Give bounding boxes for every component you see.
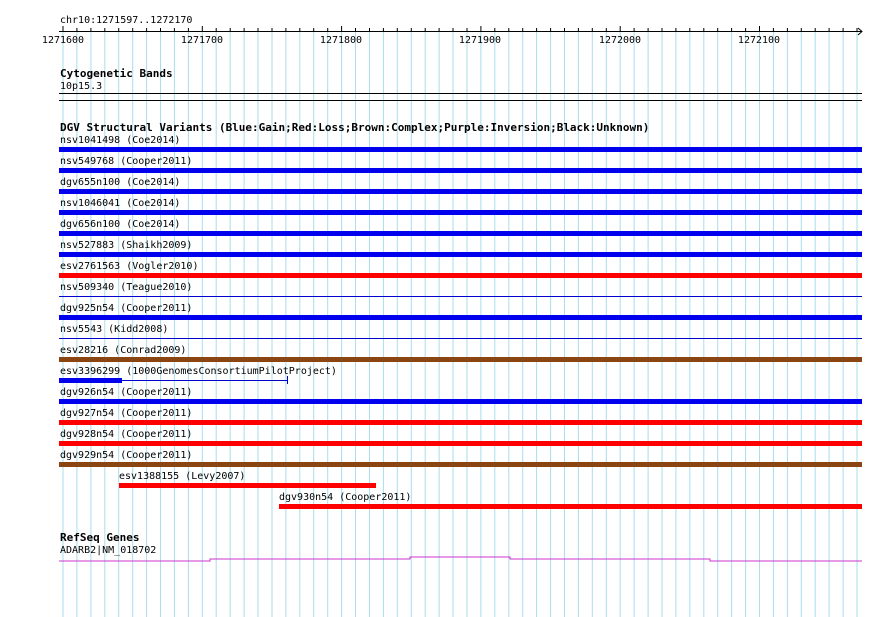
cytoband-track-title: Cytogenetic Bands	[60, 67, 173, 80]
variant-label[interactable]: nsv509340 (Teague2010)	[60, 282, 192, 294]
variant-bar-loss[interactable]	[279, 504, 862, 509]
variant-line-gain[interactable]	[59, 338, 862, 339]
ruler-tick-label: 1272000	[598, 35, 642, 46]
variant-label[interactable]: esv2761563 (Vogler2010)	[60, 261, 198, 273]
vertical-grid-lines	[62, 30, 858, 617]
variant-label[interactable]: esv28216 (Conrad2009)	[60, 345, 186, 357]
variant-bar-loss[interactable]	[59, 441, 862, 446]
refseq-track-title: RefSeq Genes	[60, 531, 140, 544]
variant-bar-gain[interactable]	[59, 252, 862, 257]
cytoband-label: 10p15.3	[60, 81, 103, 92]
dgv-track-title: DGV Structural Variants (Blue:Gain;Red:L…	[60, 121, 650, 134]
variant-end-tick	[287, 376, 288, 384]
variant-label[interactable]: dgv928n54 (Cooper2011)	[60, 429, 192, 441]
variant-bar-gain[interactable]	[59, 399, 862, 404]
variant-label[interactable]: esv3396299 (1000GenomesConsortiumPilotPr…	[60, 366, 337, 378]
ruler-tick-label: 1271700	[180, 35, 224, 46]
variant-intron-line	[122, 380, 288, 381]
variant-label[interactable]: nsv527883 (Shaikh2009)	[60, 240, 192, 252]
variant-line-gain[interactable]	[59, 296, 862, 297]
variant-label[interactable]: nsv1041498 (Coe2014)	[60, 135, 180, 147]
ruler-tick-label: 1271600	[41, 35, 85, 46]
variant-bar-complex[interactable]	[59, 462, 862, 467]
variant-label[interactable]: dgv656n100 (Coe2014)	[60, 219, 180, 231]
variant-label[interactable]: dgv925n54 (Cooper2011)	[60, 303, 192, 315]
variant-bar-gain[interactable]	[59, 189, 862, 194]
variant-bar-loss[interactable]	[59, 273, 862, 278]
variant-label[interactable]: nsv1046041 (Coe2014)	[60, 198, 180, 210]
ruler-tick-label: 1271800	[319, 35, 363, 46]
gene-model-line	[59, 556, 862, 562]
variant-bar-gain-block[interactable]	[59, 378, 122, 383]
variant-label[interactable]: dgv927n54 (Cooper2011)	[60, 408, 192, 420]
variant-label[interactable]: dgv929n54 (Cooper2011)	[60, 450, 192, 462]
variant-bar-loss[interactable]	[119, 483, 376, 488]
variant-bar-gain[interactable]	[59, 210, 862, 215]
variant-label[interactable]: dgv926n54 (Cooper2011)	[60, 387, 192, 399]
variant-bar-gain[interactable]	[59, 168, 862, 173]
gene-label[interactable]: ADARB2|NM_018702	[60, 545, 156, 557]
region-label: chr10:1271597..1272170	[60, 15, 193, 26]
variant-label[interactable]: dgv655n100 (Coe2014)	[60, 177, 180, 189]
variant-label[interactable]: esv1388155 (Levy2007)	[119, 471, 245, 483]
variant-label[interactable]: dgv930n54 (Cooper2011)	[279, 492, 411, 504]
ruler-tick-label: 1271900	[458, 35, 502, 46]
variant-bar-complex[interactable]	[59, 357, 862, 362]
variant-bar-gain[interactable]	[59, 231, 862, 236]
variant-label[interactable]: nsv5543 (Kidd2008)	[60, 324, 168, 336]
variant-label[interactable]: nsv549768 (Cooper2011)	[60, 156, 192, 168]
variant-bar-gain[interactable]	[59, 147, 862, 152]
variant-bar-gain[interactable]	[59, 315, 862, 320]
ruler-tick-label: 1272100	[737, 35, 781, 46]
variant-bar-loss[interactable]	[59, 420, 862, 425]
